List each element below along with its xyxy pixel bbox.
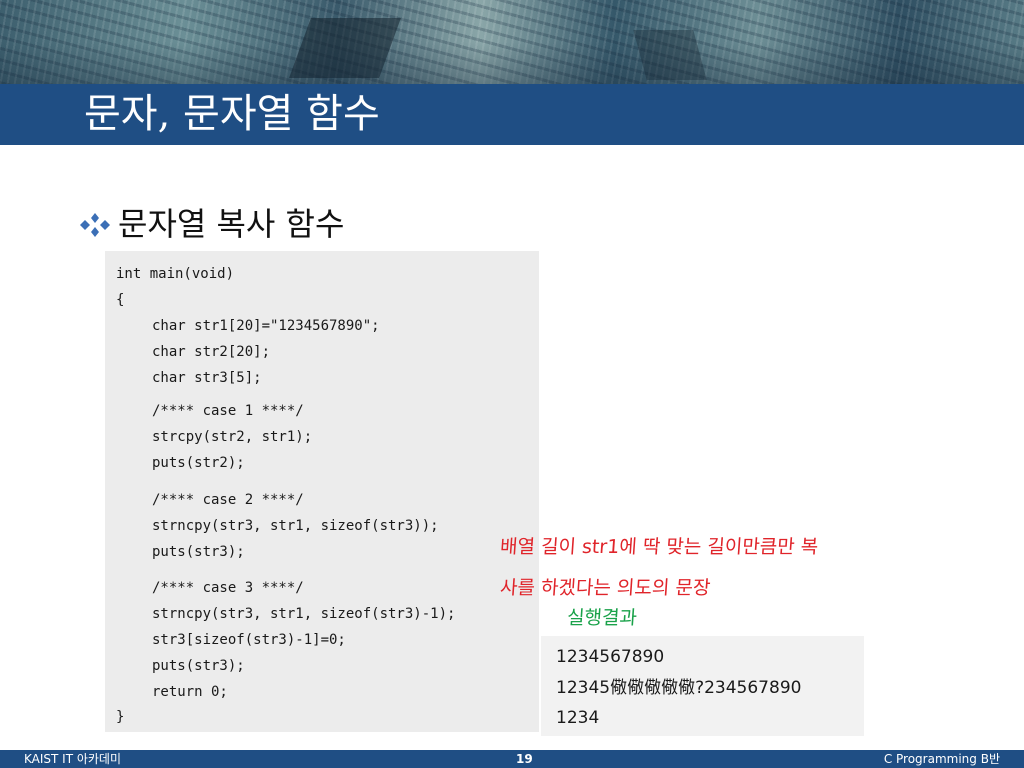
code-line: { — [116, 292, 125, 308]
code-line: char str1[20]="1234567890"; — [152, 318, 380, 334]
output-line: 1234 — [556, 708, 600, 728]
code-line: strcpy(str2, str1); — [152, 429, 313, 445]
bullet-text: 문자열 복사 함수 — [118, 205, 345, 243]
code-line: /**** case 1 ****/ — [152, 403, 304, 419]
slide-title: 문자, 문자열 함수 — [84, 91, 380, 137]
page-number: 19 — [516, 752, 533, 766]
code-line: int main(void) — [116, 266, 235, 282]
code-line: /**** case 2 ****/ — [152, 492, 304, 508]
header-banner-image — [0, 0, 1024, 84]
output-panel: 1234567890 12345儆儆儆儆儆?234567890 1234 — [541, 636, 864, 736]
code-block: int main(void) { char str1[20]="12345678… — [105, 251, 539, 732]
code-line: str3[sizeof(str3)-1]=0; — [152, 632, 346, 648]
code-line: } — [116, 709, 125, 725]
code-line: char str3[5]; — [152, 370, 262, 386]
footer-bar: KAIST IT 아카데미 19 C Programming B반 — [0, 750, 1024, 768]
code-line: return 0; — [152, 684, 228, 700]
footer-course: C Programming B반 — [883, 752, 1000, 766]
code-line: strncpy(str3, str1, sizeof(str3)); — [152, 518, 439, 534]
footer-organization: KAIST IT 아카데미 — [24, 752, 122, 766]
output-line: 12345儆儆儆儆儆?234567890 — [556, 678, 802, 698]
code-line: puts(str2); — [152, 455, 245, 471]
annotation-output-label: 실행결과 — [566, 607, 638, 629]
annotation-red-line2: 사를 하겠다는 의도의 문장 — [499, 577, 712, 599]
annotation-red-line1: 배열 길이 str1에 딱 맞는 길이만큼만 복 — [499, 536, 819, 558]
code-line: puts(str3); — [152, 544, 245, 560]
code-line: strncpy(str3, str1, sizeof(str3)-1); — [152, 606, 456, 622]
code-line: puts(str3); — [152, 658, 245, 674]
code-line: char str2[20]; — [152, 344, 271, 360]
code-line: /**** case 3 ****/ — [152, 580, 304, 596]
output-line: 1234567890 — [556, 647, 665, 667]
four-diamond-bullet-icon — [80, 213, 110, 237]
